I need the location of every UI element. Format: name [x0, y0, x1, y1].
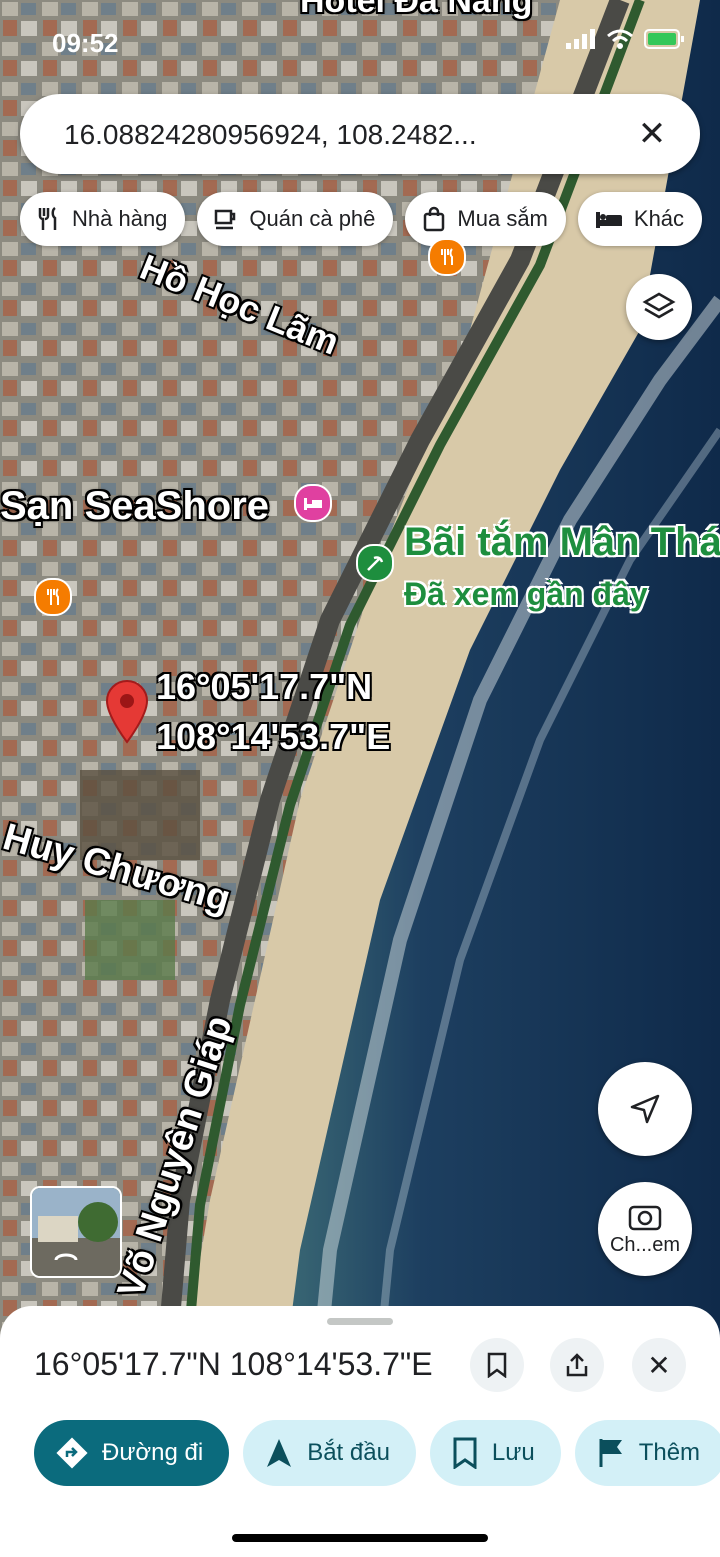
- chip-label: Quán cà phê: [249, 206, 376, 231]
- status-bar: 09:52: [0, 24, 720, 64]
- chip-restaurants[interactable]: Nhà hàng: [20, 192, 186, 246]
- search-input[interactable]: [62, 112, 626, 158]
- status-icons: [566, 28, 686, 50]
- beach-label[interactable]: Bãi tắm Mân Thái: [404, 520, 720, 565]
- status-time: 09:52: [52, 28, 119, 58]
- sheet-drag-handle[interactable]: [327, 1318, 393, 1325]
- directions-icon: [56, 1437, 88, 1469]
- coffee-cup-icon: [215, 209, 236, 230]
- category-chips: Nhà hàng Quán cà phê Mua sắm Khác: [20, 192, 703, 248]
- share-button[interactable]: [550, 1338, 604, 1392]
- chip-shopping[interactable]: Mua sắm: [405, 192, 566, 246]
- flag-icon: [599, 1439, 622, 1467]
- hotel-poi-icon[interactable]: [294, 484, 332, 522]
- place-title: 16°05'17.7"N 108°14'53.7"E: [34, 1346, 433, 1382]
- signal-icon: [566, 29, 595, 49]
- start-label: Bắt đầu: [307, 1439, 390, 1466]
- chip-hotels[interactable]: Khác: [577, 192, 703, 246]
- bed-icon: [595, 212, 622, 228]
- directions-label: Đường đi: [102, 1439, 204, 1466]
- action-buttons: Đường đi Bắt đầu Lưu Thêm: [34, 1420, 720, 1486]
- map-label-hotel-top: Hotel Đà Nẵng: [300, 0, 533, 20]
- beach-recently-viewed: Đã xem gần đây: [404, 576, 648, 612]
- bookmark-icon: [487, 1352, 507, 1378]
- close-icon: ✕: [647, 1349, 671, 1381]
- chip-label: Mua sắm: [457, 206, 548, 231]
- beach-poi-icon[interactable]: [356, 544, 394, 582]
- search-bar[interactable]: ✕: [20, 94, 700, 174]
- close-sheet-button[interactable]: ✕: [632, 1338, 686, 1392]
- shopping-bag-icon: [424, 206, 445, 232]
- start-button[interactable]: Bắt đầu: [243, 1420, 416, 1486]
- navigation-arrow-icon: [630, 1094, 660, 1124]
- more-label: Thêm: [638, 1439, 701, 1466]
- battery-icon: [644, 29, 684, 49]
- place-bottom-sheet[interactable]: 16°05'17.7"N 108°14'53.7"E ✕ Đường đi Bắ…: [0, 1306, 720, 1557]
- chip-label: Nhà hàng: [72, 206, 168, 231]
- pin-longitude: 108°14'53.7"E: [156, 716, 391, 757]
- bookmark-icon: [453, 1437, 477, 1469]
- my-location-button[interactable]: [598, 1062, 692, 1156]
- fork-knife-icon: [38, 206, 57, 230]
- location-pin-icon[interactable]: [104, 680, 150, 744]
- chip-coffee[interactable]: Quán cà phê: [197, 192, 394, 246]
- layers-icon: [642, 292, 676, 319]
- chip-label: Khác: [633, 206, 685, 231]
- camera-lens-icon: [628, 1205, 662, 1230]
- directions-button[interactable]: Đường đi: [34, 1420, 230, 1486]
- hotel-label-seashore: Sạn SeaShore: [0, 484, 270, 528]
- save-icon-button[interactable]: [470, 1338, 524, 1392]
- street-view-thumbnail[interactable]: [30, 1186, 122, 1278]
- save-label: Lưu: [491, 1439, 535, 1466]
- wifi-icon: [607, 29, 633, 49]
- save-button[interactable]: Lưu: [429, 1420, 561, 1486]
- lens-button[interactable]: Ch...em: [598, 1182, 692, 1276]
- lens-label: Ch...em: [609, 1233, 681, 1256]
- pin-coordinates: 16°05'17.7"N 108°14'53.7"E: [156, 662, 390, 762]
- street-view-preview: [32, 1188, 120, 1276]
- restaurant-poi-icon[interactable]: [428, 238, 466, 276]
- share-icon: [566, 1353, 588, 1377]
- home-indicator[interactable]: [232, 1534, 488, 1542]
- layers-button[interactable]: [626, 274, 692, 340]
- restaurant-poi-icon[interactable]: [34, 578, 72, 616]
- more-button[interactable]: Thêm: [574, 1420, 720, 1486]
- clear-search-icon[interactable]: ✕: [632, 114, 672, 154]
- navigate-arrow-icon: [267, 1439, 292, 1467]
- pin-latitude: 16°05'17.7"N: [156, 666, 373, 707]
